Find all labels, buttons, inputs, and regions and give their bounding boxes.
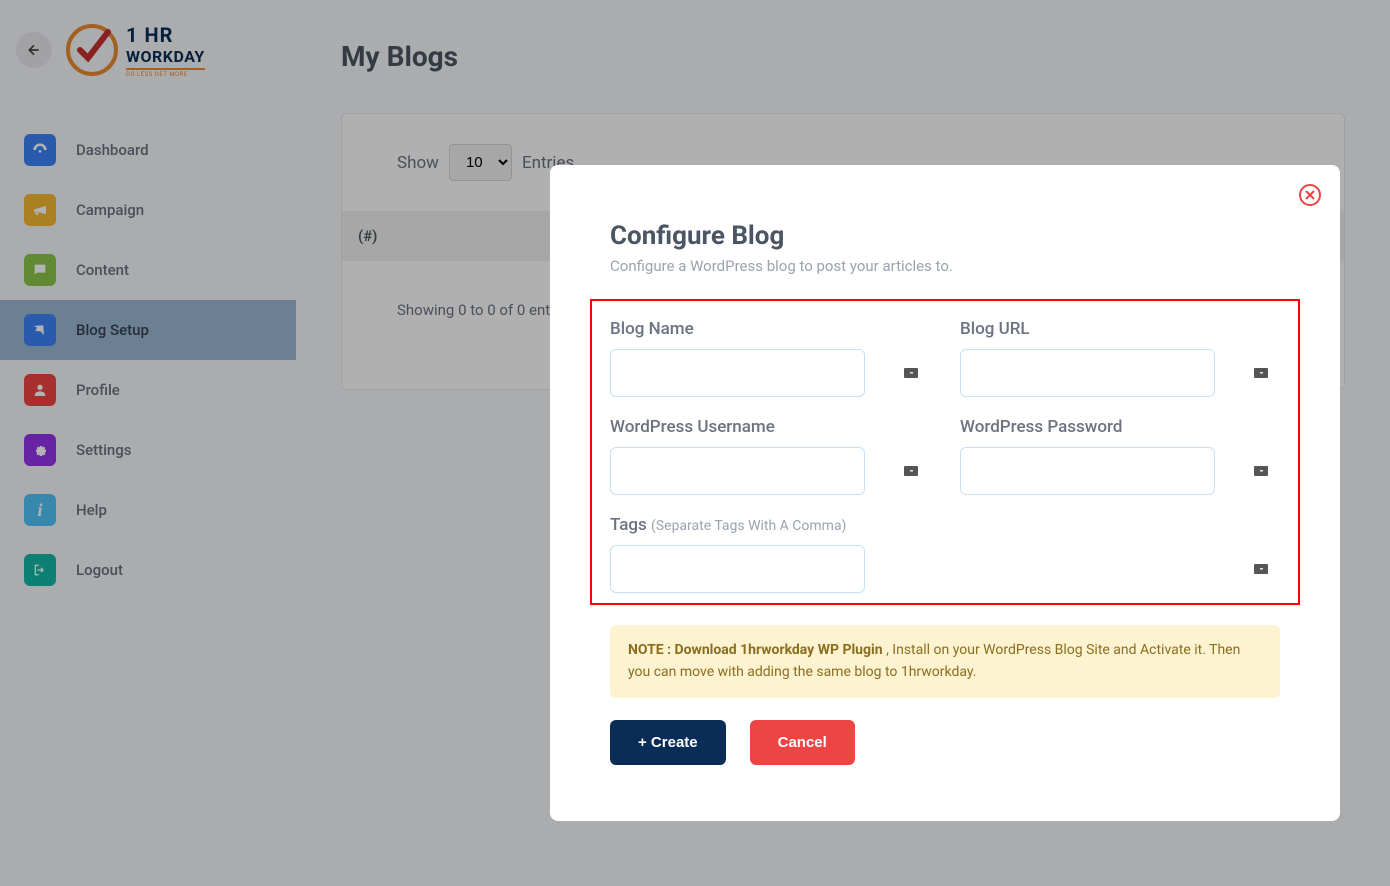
wp-password-label: WordPress Password (960, 417, 1280, 437)
form-highlight-box: Blog Name Blog URL WordPress Username (590, 299, 1300, 605)
note-download-link[interactable]: Download 1hrworkday WP Plugin (675, 642, 883, 658)
modal-title: Configure Blog (610, 221, 1280, 251)
blog-url-label: Blog URL (960, 319, 1280, 339)
blog-name-label: Blog Name (610, 319, 930, 339)
tags-label: Tags (Separate Tags With A Comma) (610, 515, 1280, 535)
autofill-icon (1254, 368, 1268, 378)
tags-hint: (Separate Tags With A Comma) (651, 518, 846, 534)
tags-input[interactable] (610, 545, 865, 593)
modal-overlay[interactable]: Configure Blog Configure a WordPress blo… (0, 0, 1390, 886)
blog-url-input[interactable] (960, 349, 1215, 397)
note-label: NOTE : (628, 642, 671, 658)
modal-subtitle: Configure a WordPress blog to post your … (610, 257, 1280, 275)
configure-blog-modal: Configure Blog Configure a WordPress blo… (550, 165, 1340, 821)
blog-name-input[interactable] (610, 349, 865, 397)
close-icon (1298, 183, 1322, 207)
wp-username-label: WordPress Username (610, 417, 930, 437)
note-box: NOTE : Download 1hrworkday WP Plugin , I… (610, 625, 1280, 698)
create-button[interactable]: + Create (610, 720, 726, 765)
wp-username-input[interactable] (610, 447, 865, 495)
autofill-icon (1254, 466, 1268, 476)
close-button[interactable] (1298, 183, 1322, 207)
autofill-icon (904, 466, 918, 476)
autofill-icon (1254, 564, 1268, 574)
cancel-button[interactable]: Cancel (750, 720, 855, 765)
autofill-icon (904, 368, 918, 378)
wp-password-input[interactable] (960, 447, 1215, 495)
